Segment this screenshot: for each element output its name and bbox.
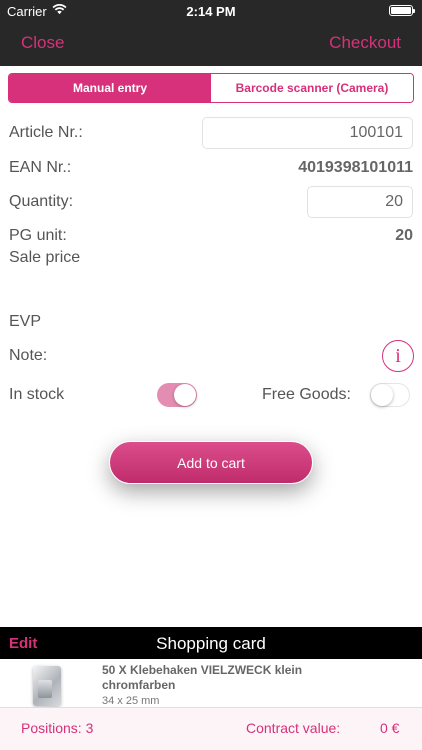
navigation-bar: Carrier 2:14 PM Close Checkout <box>0 0 422 66</box>
entry-mode-segmented-control: Manual entry Barcode scanner (Camera) <box>8 73 414 103</box>
free-goods-label: Free Goods: <box>262 386 351 403</box>
note-label: Note: <box>9 347 48 364</box>
shopping-card-title: Shopping card <box>156 634 266 653</box>
product-name: 50 X Klebehaken VIELZWECK klein chromfar… <box>102 663 303 692</box>
quantity-label: Quantity: <box>9 193 74 210</box>
cart-list-item[interactable]: 50 X Klebehaken VIELZWECK klein chromfar… <box>0 659 422 707</box>
tab-barcode-scanner[interactable]: Barcode scanner (Camera) <box>211 74 413 102</box>
checkout-button[interactable]: Checkout <box>329 33 401 53</box>
product-size: 34 x 25 mm <box>102 695 160 707</box>
in-stock-toggle[interactable] <box>157 383 197 407</box>
toggle-knob <box>174 384 196 406</box>
pg-unit-value: 20 <box>395 227 413 244</box>
sale-price-label: Sale price <box>9 249 81 266</box>
contract-value-label: Contract value: <box>246 720 341 736</box>
contract-value-amount: 0 € <box>380 720 400 736</box>
toggle-knob <box>371 384 393 406</box>
article-number-input[interactable] <box>202 117 413 149</box>
evp-label: EVP <box>9 313 42 330</box>
article-number-label: Article Nr.: <box>9 124 83 141</box>
info-icon[interactable]: i <box>382 340 414 372</box>
positions-count: Positions: 3 <box>21 720 94 736</box>
status-bar: Carrier 2:14 PM <box>0 0 422 22</box>
shopping-card-header: Edit Shopping card <box>0 627 422 659</box>
battery-icon <box>389 5 415 16</box>
close-button[interactable]: Close <box>21 33 64 53</box>
free-goods-toggle[interactable] <box>370 383 410 407</box>
in-stock-label: In stock <box>9 386 65 403</box>
add-to-cart-button[interactable]: Add to cart <box>109 441 313 484</box>
quantity-input[interactable] <box>307 186 413 218</box>
product-thumbnail <box>33 666 61 706</box>
tab-manual-entry[interactable]: Manual entry <box>9 74 211 102</box>
cart-summary-bar: Positions: 3 Contract value: 0 € <box>0 707 422 750</box>
clock: 2:14 PM <box>186 4 236 19</box>
ean-number-value: 4019398101011 <box>298 159 413 176</box>
ean-number-label: EAN Nr.: <box>9 159 72 176</box>
pg-unit-label: PG unit: <box>9 227 67 244</box>
